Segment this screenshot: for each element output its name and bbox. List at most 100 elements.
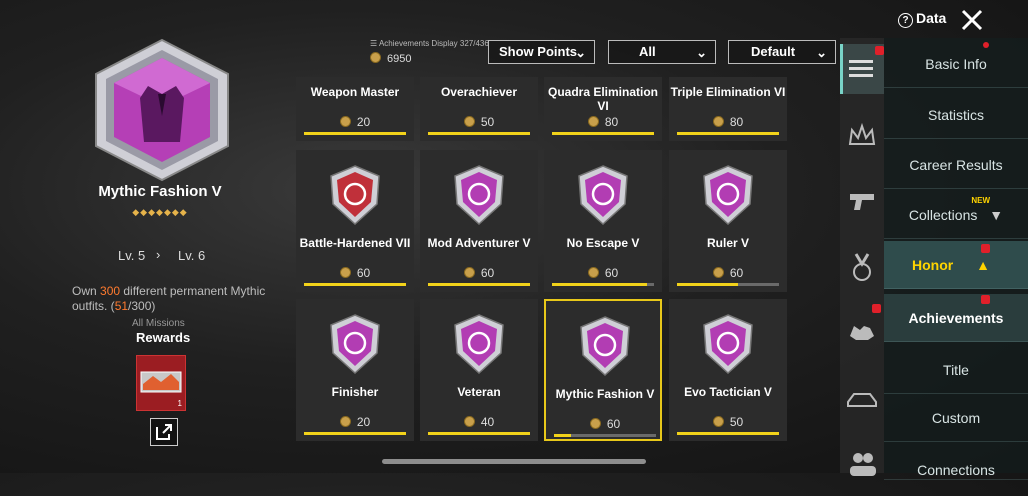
achievement-points: 50: [420, 115, 538, 129]
achievement-card[interactable]: Triple Elimination VI 80: [669, 77, 787, 141]
achievement-card[interactable]: Ruler V 60: [669, 150, 787, 292]
level-current: Lv. 5: [118, 248, 146, 263]
tab-crown[interactable]: [840, 112, 884, 162]
badge-description: Own 300 different permanent Mythic outfi…: [72, 284, 266, 313]
achievement-title: Mythic Fashion V: [555, 387, 655, 401]
menu-connections[interactable]: Connections: [884, 444, 1028, 480]
profile-menu: Basic Info Statistics Career Results Col…: [884, 38, 1028, 480]
tab-list[interactable]: [840, 44, 884, 94]
chevron-down-icon: ▼: [989, 207, 1004, 223]
vehicle-icon: [847, 393, 877, 407]
coin-icon: [463, 267, 475, 278]
coin-icon: [339, 267, 351, 278]
category-icon-strip: [840, 38, 884, 476]
achievement-title: Mod Adventurer V: [427, 236, 531, 250]
coin-icon: [712, 267, 724, 278]
tab-social[interactable]: [840, 436, 884, 486]
muscle-icon: [850, 326, 874, 340]
list-icon: ☰: [370, 39, 379, 48]
coin-icon: [463, 416, 475, 427]
gift-icon: [872, 304, 881, 313]
achievement-title: Evo Tactician V: [684, 385, 772, 399]
data-button[interactable]: ? Data: [898, 10, 946, 28]
close-icon: [961, 9, 983, 31]
menu-career-results[interactable]: Career Results: [884, 141, 1028, 189]
pistol-icon: [850, 194, 874, 210]
achievement-progress-bar: [677, 432, 779, 435]
tab-medal[interactable]: [840, 242, 884, 292]
achievement-points: 20: [296, 415, 414, 429]
menu-basic-info[interactable]: Basic Info: [884, 40, 1028, 88]
achievement-card[interactable]: Quadra Elimination VI 80: [544, 77, 662, 141]
achievement-title: Battle-Hardened VII: [299, 236, 411, 250]
achievement-progress-bar: [552, 132, 654, 135]
coin-icon: [589, 418, 601, 429]
menu-custom[interactable]: Custom: [884, 394, 1028, 442]
achievement-card[interactable]: Evo Tactician V 50: [669, 299, 787, 441]
share-icon: [156, 424, 172, 440]
all-missions-link[interactable]: All Missions: [132, 318, 185, 329]
chevron-down-icon: ⌄: [816, 45, 827, 60]
achievement-badge-icon: [578, 165, 628, 226]
show-points-dropdown[interactable]: Show Points ⌄: [488, 40, 595, 64]
achievement-badge-icon: [330, 165, 380, 226]
achievement-card[interactable]: Weapon Master 20: [296, 77, 414, 141]
tab-strength[interactable]: [840, 304, 884, 356]
reward-item[interactable]: 1: [136, 355, 186, 411]
achievement-progress-bar: [304, 132, 406, 135]
achievement-card[interactable]: Mythic Fashion V 60: [544, 299, 662, 441]
achievements-display-count: ☰ Achievements Display 327/436: [370, 39, 489, 48]
achievement-points: 80: [544, 115, 662, 129]
chevron-down-icon: ⌄: [696, 45, 707, 60]
sort-dropdown[interactable]: Default ⌄: [728, 40, 836, 64]
achievement-title: Ruler V: [706, 236, 749, 250]
achievement-title: Veteran: [457, 385, 501, 399]
achievement-points: 20: [296, 115, 414, 129]
achievement-card[interactable]: Finisher 20: [296, 299, 414, 441]
badge-name: Mythic Fashion V: [98, 183, 222, 200]
coin-icon: [587, 116, 599, 127]
chevron-down-icon: ⌄: [575, 45, 586, 60]
horizontal-scrollbar[interactable]: [382, 459, 646, 464]
achievement-points: 60: [546, 417, 664, 431]
tab-weapon[interactable]: [840, 176, 884, 226]
reward-qty: 1: [177, 399, 182, 408]
achievement-card[interactable]: No Escape V 60: [544, 150, 662, 292]
achievement-badge-icon: [703, 165, 753, 226]
achievement-points: 60: [544, 266, 662, 280]
category-dropdown[interactable]: All ⌄: [608, 40, 716, 64]
tab-vehicle[interactable]: [840, 374, 884, 424]
coin-icon: [370, 52, 381, 63]
points-total: 6950: [370, 52, 411, 65]
achievement-points: 40: [420, 415, 538, 429]
achievement-card[interactable]: Mod Adventurer V 60: [420, 150, 538, 292]
menu-achievements[interactable]: Achievements: [884, 294, 1028, 342]
menu-honor[interactable]: Honor ▲: [884, 241, 1028, 289]
level-next: Lv. 6: [178, 248, 206, 263]
rewards-title: Rewards: [136, 330, 191, 345]
achievement-badge-icon: [703, 314, 753, 375]
gift-icon: [981, 295, 990, 304]
achievement-card[interactable]: Overachiever 50: [420, 77, 538, 141]
coin-icon: [339, 116, 351, 127]
new-tag: NEW: [971, 196, 990, 205]
achievement-title: Quadra Elimination VI: [547, 85, 658, 113]
achievement-card[interactable]: Veteran 40: [420, 299, 538, 441]
gift-icon: [875, 46, 884, 55]
achievement-progress-bar: [554, 434, 656, 437]
achievement-title: Overachiever: [440, 85, 518, 99]
coin-icon: [463, 116, 475, 127]
badge-tier-diamonds: ◆◆◆◆◆◆◆: [132, 207, 188, 217]
close-button[interactable]: [960, 8, 984, 32]
coin-icon: [712, 116, 724, 127]
achievement-progress-bar: [428, 132, 530, 135]
gift-icon: [981, 244, 990, 253]
menu-statistics[interactable]: Statistics: [884, 91, 1028, 139]
menu-title[interactable]: Title: [884, 346, 1028, 394]
achievement-card[interactable]: Battle-Hardened VII 60: [296, 150, 414, 292]
achievement-badge-icon: [330, 314, 380, 375]
share-button[interactable]: [150, 418, 178, 446]
achievement-progress-bar: [677, 283, 779, 286]
menu-collections[interactable]: Collections ▼: [884, 191, 1028, 239]
achievement-badge-icon: [454, 165, 504, 226]
